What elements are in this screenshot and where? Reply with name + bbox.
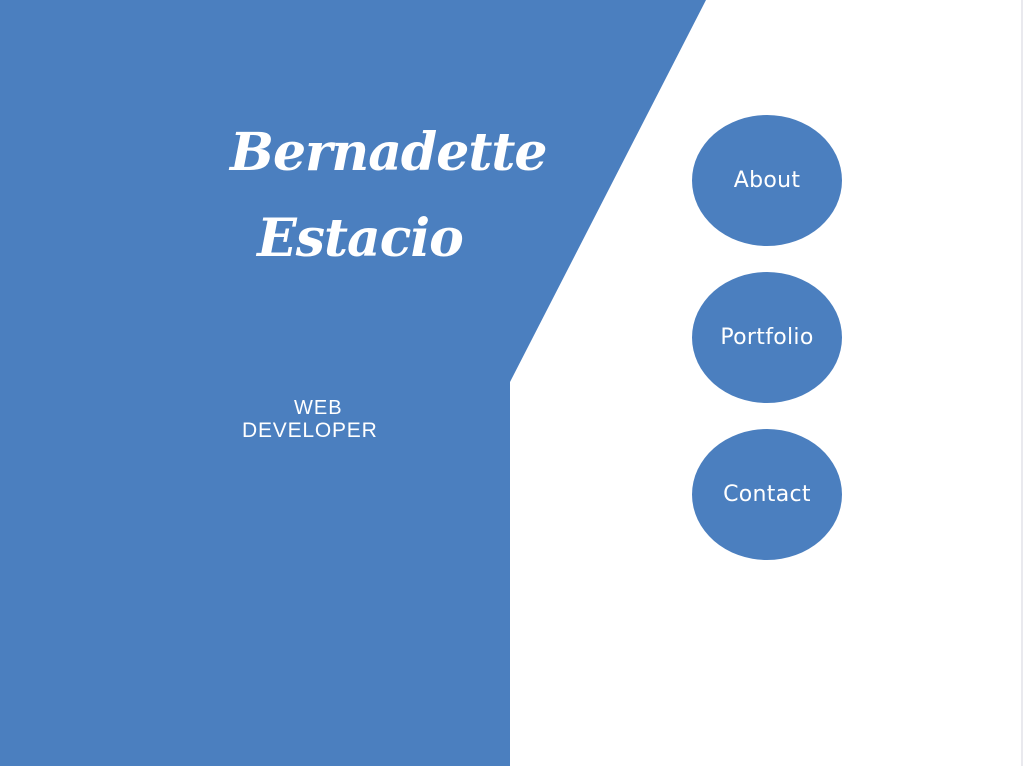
role-line-developer: DEVELOPER — [242, 419, 378, 442]
contact-button[interactable]: Contact — [692, 429, 842, 560]
about-button[interactable]: About — [692, 115, 842, 246]
landing-page: Bernadette Estacio WEB DEVELOPER About P… — [0, 0, 1023, 766]
role-tagline: WEB DEVELOPER — [242, 397, 412, 443]
last-name: Estacio — [257, 208, 464, 269]
site-title: Bernadette Estacio — [230, 110, 548, 282]
main-navigation: About Portfolio Contact — [692, 115, 842, 560]
first-name: Bernadette — [230, 122, 548, 183]
blue-angled-panel — [0, 0, 706, 766]
role-line-web: WEB — [294, 397, 343, 419]
portfolio-button[interactable]: Portfolio — [692, 272, 842, 403]
